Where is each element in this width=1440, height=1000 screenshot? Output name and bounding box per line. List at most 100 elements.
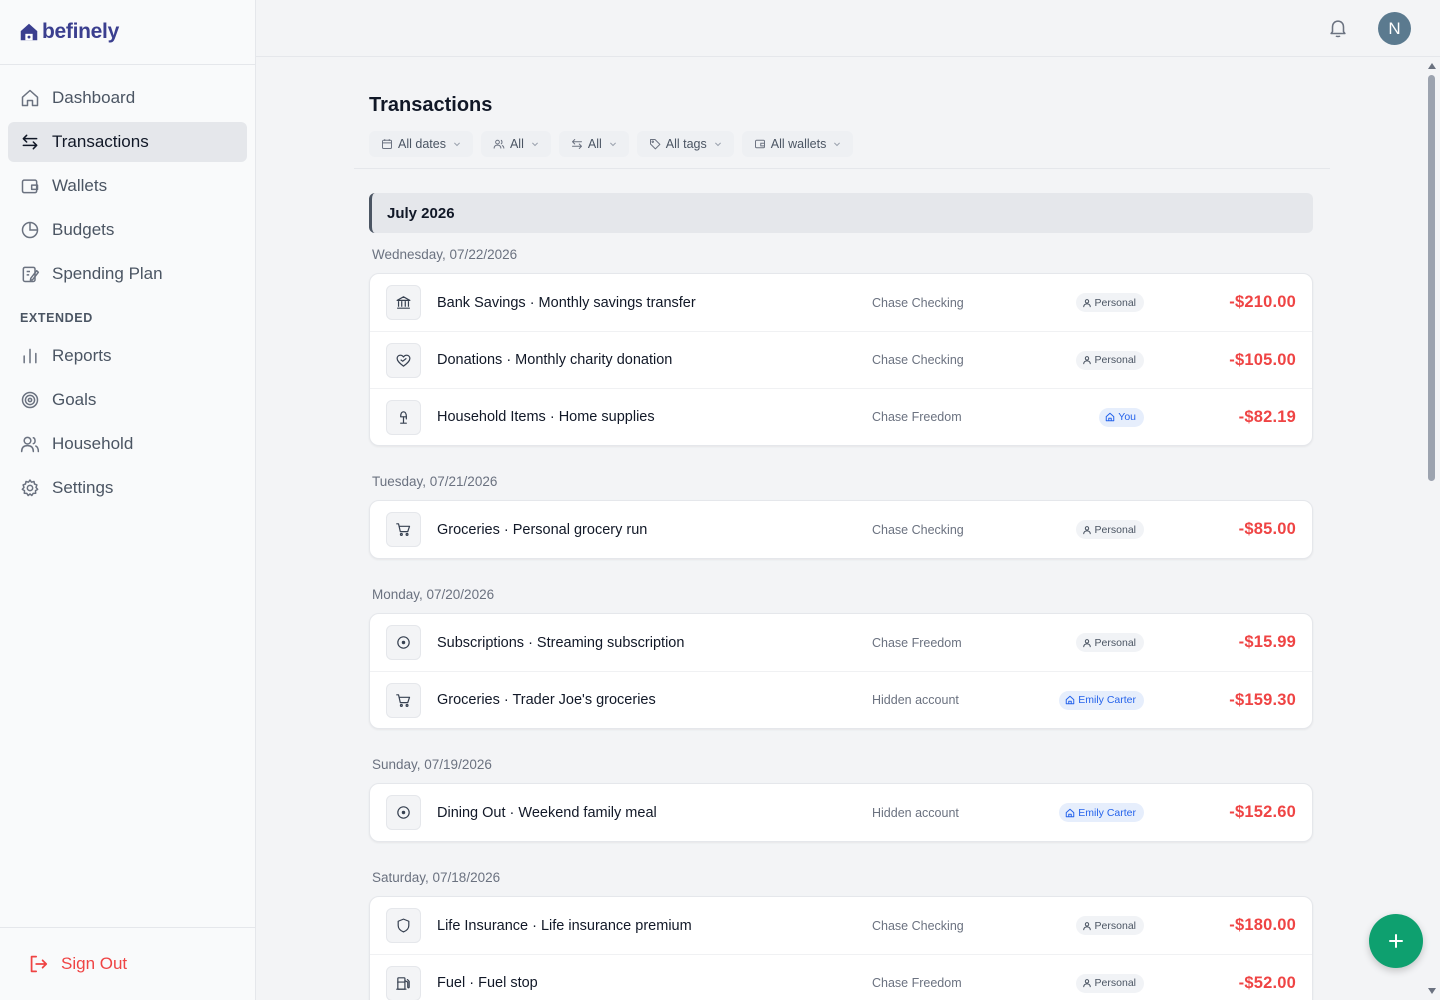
transaction-title: Life Insurance · Life insurance premium: [437, 917, 692, 934]
wallet-icon: [21, 179, 39, 194]
sign-out-button[interactable]: Sign Out: [0, 927, 255, 1000]
transaction-row[interactable]: Fuel · Fuel stop Chase Freedom Personal …: [370, 954, 1312, 1000]
sidebar-item-label: Transactions: [52, 132, 149, 151]
owner-tag-label: Personal: [1094, 919, 1136, 932]
add-transaction-button[interactable]: [1369, 914, 1423, 968]
transaction-title: Bank Savings · Monthly savings transfer: [437, 294, 696, 311]
sidebar-item-label: Spending Plan: [52, 264, 163, 283]
month-header: July 2026: [369, 193, 1313, 233]
circle-dot-icon: [386, 795, 421, 830]
chevron-down-icon: [609, 142, 616, 147]
filter-label: All dates: [398, 137, 446, 151]
sidebar-item-goals[interactable]: Goals: [8, 380, 247, 420]
owner-tag-label: Personal: [1094, 977, 1136, 989]
home-icon: [21, 89, 39, 107]
sidebar: befinely Dashboard Transactions Wallets …: [0, 0, 256, 1000]
filter-bar: All dates All All All tags All wallets: [369, 131, 854, 157]
transaction-amount: -$210.00: [1229, 293, 1296, 311]
sidebar-item-label: Dashboard: [52, 88, 136, 107]
transaction-title: Dining Out · Weekend family meal: [437, 804, 657, 821]
transaction-row[interactable]: Groceries · Trader Joe's groceries Hidde…: [370, 671, 1312, 728]
filter-label: All: [587, 137, 602, 151]
transaction-title: Groceries · Trader Joe's groceries: [437, 692, 656, 708]
user-icon: [1082, 298, 1091, 307]
arrows-swap-icon: [22, 134, 38, 150]
user-icon: [1082, 979, 1091, 988]
filter-dates[interactable]: All dates: [369, 131, 473, 157]
transaction-amount: -$52.00: [1238, 973, 1296, 992]
transaction-group: Subscriptions · Streaming subscription C…: [369, 613, 1313, 729]
transaction-group: Bank Savings · Monthly savings transfer …: [369, 273, 1313, 446]
home-icon: [1106, 412, 1115, 422]
tag-icon: [649, 139, 661, 150]
transaction-title: Fuel · Fuel stop: [437, 975, 538, 991]
target-icon: [21, 391, 39, 409]
filter-label: All tags: [665, 137, 707, 151]
filter-people[interactable]: All: [480, 131, 551, 157]
transaction-amount: -$82.19: [1238, 407, 1296, 426]
user-icon: [1082, 356, 1091, 365]
owner-tag: Personal: [1075, 973, 1144, 993]
scroll-down-arrow[interactable]: [1428, 988, 1436, 994]
sign-out-label: Sign Out: [61, 954, 128, 973]
transaction-group: Life Insurance · Life insurance premium …: [369, 896, 1313, 1000]
section-label-extended: EXTENDED: [20, 311, 93, 325]
bell-icon[interactable]: [1327, 17, 1349, 39]
owner-tag: Personal: [1075, 633, 1144, 652]
transaction-amount: -$180.00: [1229, 916, 1296, 934]
main-scrollbar[interactable]: [1424, 57, 1440, 1000]
sidebar-item-reports[interactable]: Reports: [8, 336, 247, 376]
owner-tag-label: Personal: [1094, 354, 1136, 366]
owner-tag-label: Personal: [1094, 636, 1136, 649]
transaction-row[interactable]: Bank Savings · Monthly savings transfer …: [370, 274, 1312, 331]
cart-icon: [386, 683, 421, 718]
page-title: Transactions: [369, 94, 493, 116]
filter-types[interactable]: All: [558, 131, 629, 157]
home-icon: [1065, 808, 1075, 817]
bar-chart-icon: [23, 348, 37, 364]
sidebar-item-spending-plan[interactable]: Spending Plan: [8, 254, 247, 294]
transaction-account: Hidden account: [872, 805, 959, 820]
owner-tag-label: Personal: [1094, 523, 1136, 536]
sidebar-item-settings[interactable]: Settings: [8, 468, 247, 508]
sidebar-item-label: Reports: [52, 346, 112, 365]
avatar[interactable]: N: [1378, 12, 1411, 45]
sidebar-item-budgets[interactable]: Budgets: [8, 210, 247, 250]
sidebar-item-dashboard[interactable]: Dashboard: [8, 78, 247, 118]
transaction-group: Groceries · Personal grocery run Chase C…: [369, 500, 1313, 559]
pie-chart-icon: [21, 221, 39, 239]
owner-tag: Emily Carter: [1059, 803, 1144, 822]
day-label: Tuesday, 07/21/2026: [372, 474, 498, 489]
logo[interactable]: befinely: [0, 0, 255, 65]
transaction-amount: -$105.00: [1229, 350, 1296, 369]
sidebar-item-household[interactable]: Household: [8, 424, 247, 464]
lamp-icon: [386, 400, 421, 435]
scroll-up-arrow[interactable]: [1428, 63, 1436, 69]
transaction-title: Household Items · Home supplies: [437, 409, 655, 425]
transaction-account: Hidden account: [872, 693, 959, 707]
day-label: Wednesday, 07/22/2026: [372, 247, 518, 262]
logo-house-icon: [20, 23, 38, 41]
user-icon: [1082, 921, 1091, 930]
sidebar-item-transactions[interactable]: Transactions: [8, 122, 247, 162]
transaction-row[interactable]: Groceries · Personal grocery run Chase C…: [370, 501, 1312, 558]
transaction-row[interactable]: Dining Out · Weekend family meal Hidden …: [370, 784, 1312, 841]
wallet-icon: [754, 139, 765, 149]
transaction-title: Donations · Monthly charity donation: [437, 352, 673, 368]
transaction-row[interactable]: Life Insurance · Life insurance premium …: [370, 897, 1312, 954]
user-icon: [1082, 525, 1091, 534]
day-label: Monday, 07/20/2026: [372, 587, 495, 602]
transaction-row[interactable]: Household Items · Home supplies Chase Fr…: [370, 388, 1312, 445]
cart-icon: [386, 512, 421, 547]
users-icon: [493, 139, 505, 149]
owner-tag: Emily Carter: [1059, 690, 1144, 710]
sidebar-item-wallets[interactable]: Wallets: [8, 166, 247, 206]
circle-dot-icon: [386, 625, 421, 660]
arrows-swap-icon: [571, 139, 582, 149]
transaction-row[interactable]: Donations · Monthly charity donation Cha…: [370, 331, 1312, 388]
scrollbar-thumb[interactable]: [1428, 75, 1435, 481]
transaction-account: Chase Freedom: [872, 976, 962, 990]
filter-tags[interactable]: All tags: [636, 131, 734, 157]
transaction-row[interactable]: Subscriptions · Streaming subscription C…: [370, 614, 1312, 671]
filter-wallets[interactable]: All wallets: [741, 131, 854, 157]
